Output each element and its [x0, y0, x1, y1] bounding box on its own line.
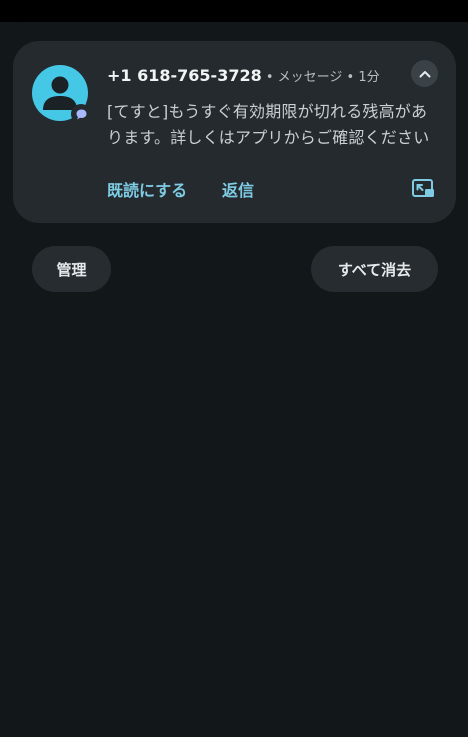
reply-button[interactable]: 返信 — [222, 177, 254, 201]
notification-time: 1分 — [358, 70, 380, 85]
clear-all-button[interactable]: すべて消去 — [311, 246, 438, 292]
app-name: メッセージ — [277, 70, 343, 85]
chevron-up-icon — [419, 70, 430, 77]
status-bar — [0, 0, 468, 22]
header-separator-2: • — [342, 70, 359, 85]
manage-button[interactable]: 管理 — [32, 246, 111, 292]
picture-in-picture-icon[interactable] — [411, 177, 437, 201]
header-separator: • — [261, 70, 278, 85]
notification-body: [てすと]もうすぐ有効期限が切れる残高があります。詳しくはアプリからご確認くださ… — [107, 102, 430, 147]
notification-card[interactable]: +1 618-765-3728 • メッセージ • 1分 [てすと]もうすぐ有効… — [13, 41, 456, 223]
message-badge-icon — [71, 104, 91, 124]
mark-read-button[interactable]: 既読にする — [107, 177, 187, 201]
notification-header: +1 618-765-3728 • メッセージ • 1分 — [107, 66, 407, 90]
collapse-button[interactable] — [411, 60, 438, 87]
sender-number: +1 618-765-3728 — [107, 66, 262, 85]
